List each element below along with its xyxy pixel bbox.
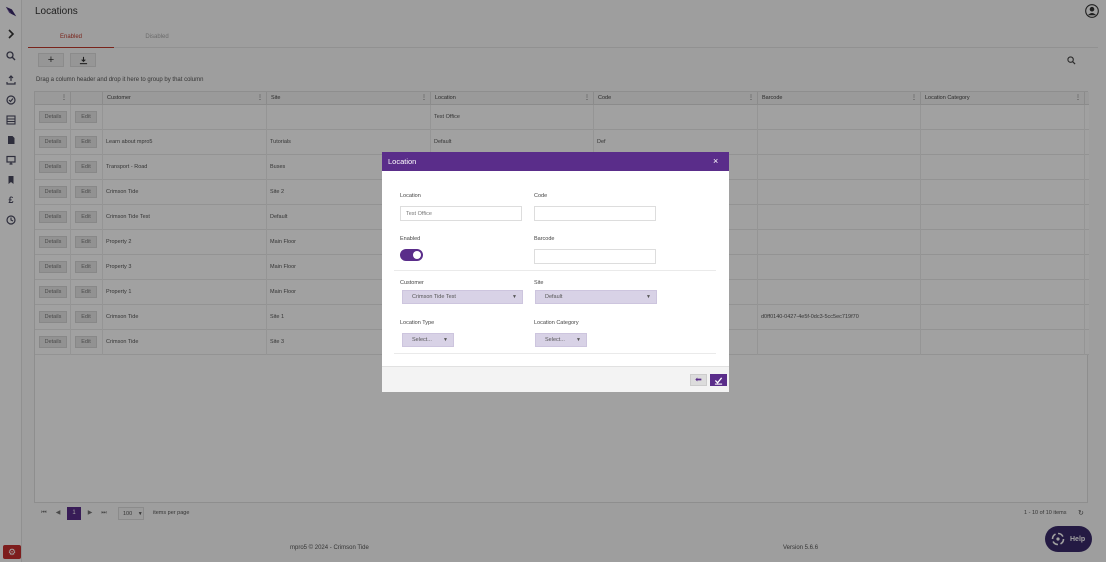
dialog-title: Location <box>388 157 417 166</box>
location-label: Location <box>400 193 421 199</box>
location-input[interactable]: Test Office <box>400 206 522 221</box>
dialog-footer: ⬅ <box>382 366 729 392</box>
barcode-label: Barcode <box>534 236 555 242</box>
site-label: Site <box>534 280 544 286</box>
chevron-down-icon: ▼ <box>646 294 651 300</box>
enabled-toggle[interactable] <box>400 249 423 261</box>
divider <box>394 353 716 354</box>
chevron-down-icon: ▼ <box>443 337 448 343</box>
location-type-label: Location Type <box>400 320 435 326</box>
chevron-down-icon: ▼ <box>576 337 581 343</box>
site-select[interactable]: Default ▼ <box>535 290 657 304</box>
barcode-input[interactable] <box>534 249 656 264</box>
app-window: £ ⚙ Locations Enabled Disabled + Drag a … <box>0 0 1106 562</box>
close-icon[interactable]: × <box>713 152 718 171</box>
location-category-label: Location Category <box>534 320 579 326</box>
customer-label: Customer <box>400 280 424 286</box>
save-check-icon <box>714 376 723 385</box>
location-dialog: Location × Location Test Office Code Ena… <box>382 152 729 392</box>
location-type-select[interactable]: Select... ▼ <box>402 333 454 347</box>
arrow-left-icon: ⬅ <box>695 375 702 384</box>
dialog-header: Location × <box>382 152 729 171</box>
code-label: Code <box>534 193 548 199</box>
customer-select[interactable]: Crimson Tide Test ▼ <box>402 290 523 304</box>
divider <box>394 270 716 271</box>
enabled-label: Enabled <box>400 236 421 242</box>
chevron-down-icon: ▼ <box>512 294 517 300</box>
back-button[interactable]: ⬅ <box>690 374 707 386</box>
toggle-knob <box>413 251 421 259</box>
save-button[interactable] <box>710 374 727 386</box>
code-input[interactable] <box>534 206 656 221</box>
location-category-select[interactable]: Select... ▼ <box>535 333 587 347</box>
